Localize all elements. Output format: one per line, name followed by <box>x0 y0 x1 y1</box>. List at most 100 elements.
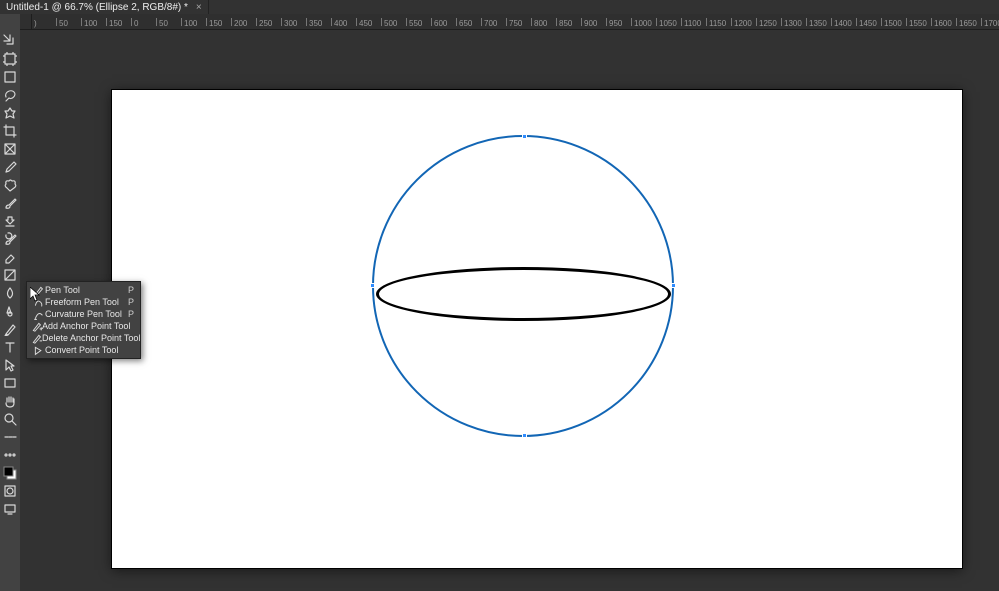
eyedropper-tool[interactable] <box>1 158 19 176</box>
ruler-tick: 800 <box>532 14 557 29</box>
ruler-tick-label: 100 <box>184 19 197 28</box>
screen-mode-icon <box>3 502 17 516</box>
flyout-item-label: Freeform Pen Tool <box>45 297 122 307</box>
flyout-item-shortcut: P <box>128 309 134 319</box>
ruler-tick: 1350 <box>807 14 832 29</box>
eraser-tool[interactable] <box>1 248 19 266</box>
flyout-item-add-point[interactable]: Add Anchor Point Tool <box>27 320 140 332</box>
brush-tool[interactable] <box>1 194 19 212</box>
ruler-tick: 0 <box>132 14 157 29</box>
ruler-tick-label: 200 <box>234 19 247 28</box>
ruler-tick-label: 900 <box>584 19 597 28</box>
tool-palette <box>0 14 20 591</box>
ruler-tick: 350 <box>307 14 332 29</box>
flyout-item-shortcut: P <box>128 297 134 307</box>
document-tab[interactable]: Untitled-1 @ 66.7% (Ellipse 2, RGB/8#) *… <box>0 0 209 14</box>
ruler-tick: 1000 <box>632 14 657 29</box>
ruler-tick-label: 1700 <box>984 19 999 28</box>
add-point-icon <box>31 321 42 332</box>
rectangle-tool[interactable] <box>1 374 19 392</box>
frame-tool[interactable] <box>1 140 19 158</box>
blur-tool[interactable] <box>1 284 19 302</box>
foreground-background-tool[interactable] <box>1 464 19 482</box>
flyout-item-pen[interactable]: Pen ToolP <box>27 284 140 296</box>
edit-toolbar-tool[interactable] <box>1 428 19 446</box>
convert-point-icon <box>31 345 45 356</box>
text-icon <box>3 340 17 354</box>
ruler-tick-label: 350 <box>309 19 322 28</box>
ruler-tick: 1600 <box>932 14 957 29</box>
text-tool[interactable] <box>1 338 19 356</box>
ruler-tick: 1150 <box>707 14 732 29</box>
move-tool[interactable] <box>1 32 19 50</box>
ruler-tick-label: 0 <box>134 19 138 28</box>
lasso-icon <box>3 88 17 102</box>
quick-mask-tool[interactable] <box>1 482 19 500</box>
ellipsis-tool[interactable] <box>1 446 19 464</box>
flyout-item-curvature-pen[interactable]: Curvature Pen ToolP <box>27 308 140 320</box>
flyout-item-label: Delete Anchor Point Tool <box>42 333 140 343</box>
anchor-point-right[interactable] <box>671 283 676 288</box>
anchor-point-bottom[interactable] <box>522 433 527 438</box>
screen-mode-tool[interactable] <box>1 500 19 518</box>
close-icon[interactable]: × <box>196 2 202 13</box>
ruler-tick: ) <box>32 14 57 29</box>
pen-tool[interactable] <box>1 320 19 338</box>
ruler-tick: 300 <box>282 14 307 29</box>
dodge-tool[interactable] <box>1 302 19 320</box>
ellipse-1-shape[interactable] <box>376 267 671 321</box>
blur-icon <box>3 286 17 300</box>
pen-tool-flyout[interactable]: Pen ToolPFreeform Pen ToolPCurvature Pen… <box>26 281 141 359</box>
ruler-tick: 100 <box>182 14 207 29</box>
healing-icon <box>3 178 17 192</box>
ruler-tick: 1300 <box>782 14 807 29</box>
zoom-tool[interactable] <box>1 410 19 428</box>
history-brush-tool[interactable] <box>1 230 19 248</box>
horizontal-ruler[interactable]: )501001500501001502002503003504004505005… <box>32 14 999 30</box>
ruler-tick: 1550 <box>907 14 932 29</box>
ruler-tick-label: 950 <box>609 19 622 28</box>
ruler-tick-label: 1050 <box>659 19 677 28</box>
hand-icon <box>3 394 17 408</box>
eraser-icon <box>3 250 17 264</box>
ruler-tick-label: 550 <box>409 19 422 28</box>
canvas[interactable] <box>112 90 962 568</box>
dodge-icon <box>3 304 17 318</box>
ruler-tick: 50 <box>157 14 182 29</box>
crop-tool[interactable] <box>1 122 19 140</box>
ruler-tick-label: 50 <box>159 19 168 28</box>
anchor-point-top[interactable] <box>522 134 527 139</box>
ruler-tick: 850 <box>557 14 582 29</box>
ruler-tick: 1450 <box>857 14 882 29</box>
quick-mask-icon <box>3 484 17 498</box>
edit-toolbar-icon <box>3 430 17 444</box>
ruler-tick-label: 150 <box>209 19 222 28</box>
flyout-item-convert-point[interactable]: Convert Point Tool <box>27 344 140 356</box>
ruler-tick-label: 1250 <box>759 19 777 28</box>
flyout-item-label: Convert Point Tool <box>45 345 128 355</box>
ruler-tick-label: 1000 <box>634 19 652 28</box>
ruler-tick: 250 <box>257 14 282 29</box>
marquee-tool[interactable] <box>1 68 19 86</box>
quick-select-tool[interactable] <box>1 104 19 122</box>
frame-icon <box>3 142 17 156</box>
flyout-item-freeform-pen[interactable]: Freeform Pen Tool P <box>27 296 140 308</box>
canvas-stage[interactable] <box>32 30 999 591</box>
brush-icon <box>3 196 17 210</box>
gradient-tool[interactable] <box>1 266 19 284</box>
lasso-tool[interactable] <box>1 86 19 104</box>
artboard-tool[interactable] <box>1 50 19 68</box>
ruler-tick: 1050 <box>657 14 682 29</box>
hand-tool[interactable] <box>1 392 19 410</box>
ruler-tick: 750 <box>507 14 532 29</box>
flyout-item-delete-point[interactable]: Delete Anchor Point Tool <box>27 332 140 344</box>
flyout-item-label: Pen Tool <box>45 285 122 295</box>
healing-tool[interactable] <box>1 176 19 194</box>
document-tab-title: Untitled-1 @ 66.7% (Ellipse 2, RGB/8#) * <box>6 2 188 13</box>
ruler-corner <box>20 14 32 30</box>
anchor-point-left[interactable] <box>370 283 375 288</box>
path-select-tool[interactable] <box>1 356 19 374</box>
stamp-tool[interactable] <box>1 212 19 230</box>
ruler-tick-label: 1300 <box>784 19 802 28</box>
ruler-tick-label: 700 <box>484 19 497 28</box>
